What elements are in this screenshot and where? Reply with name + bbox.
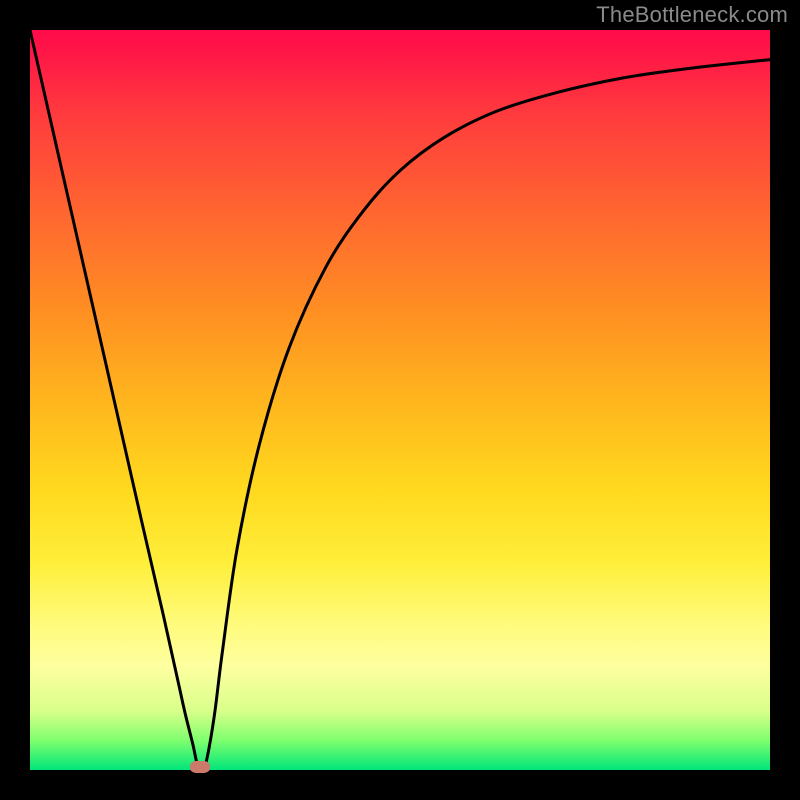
plot-area [30, 30, 770, 770]
curve-svg [30, 30, 770, 770]
outer-frame: TheBottleneck.com [0, 0, 800, 800]
minimum-marker [190, 761, 210, 773]
watermark-text: TheBottleneck.com [596, 2, 788, 28]
bottleneck-curve-path [30, 30, 770, 773]
